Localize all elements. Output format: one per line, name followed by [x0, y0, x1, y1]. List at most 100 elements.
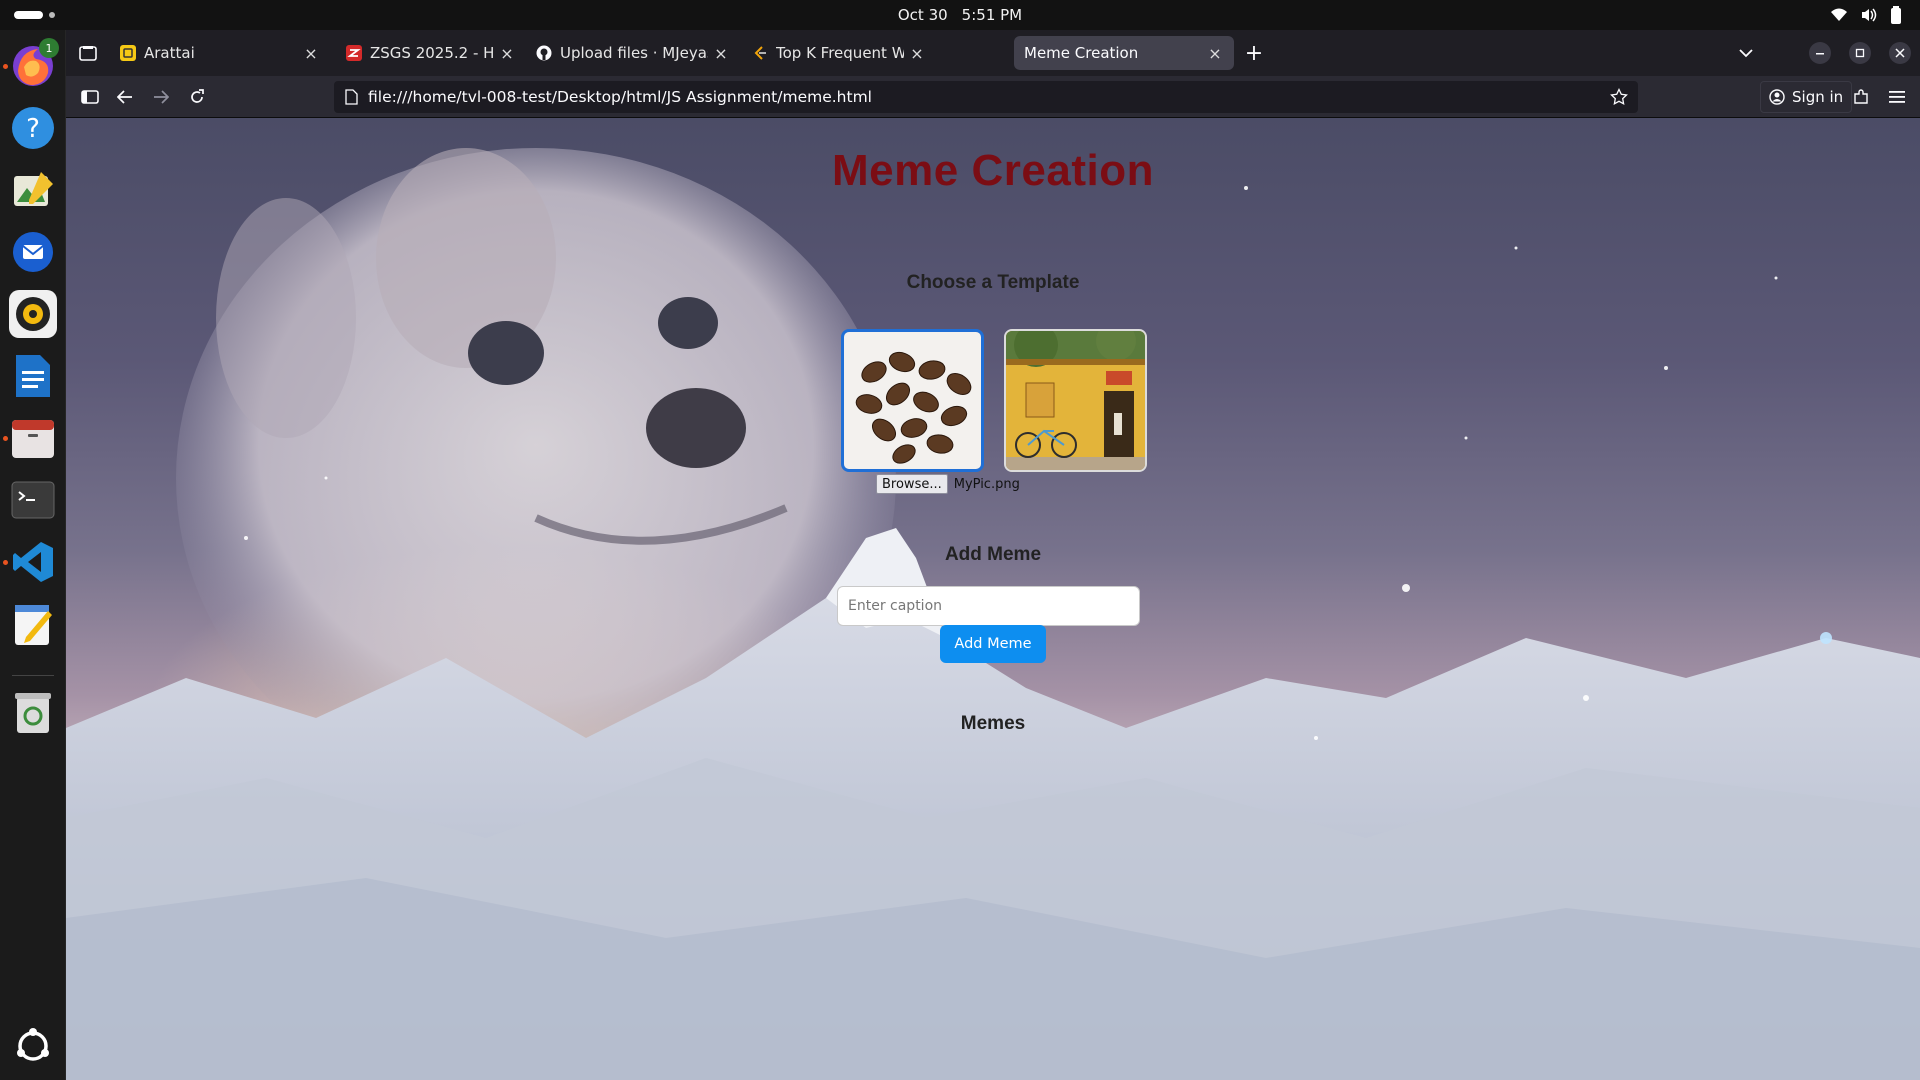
- meme-app: Meme Creation Choose a Template Browse..…: [66, 118, 1920, 1080]
- plus-icon: +: [1244, 40, 1264, 66]
- page-title: Meme Creation: [832, 146, 1154, 195]
- arrow-left-icon: [117, 90, 132, 104]
- dock-trash[interactable]: [9, 688, 57, 736]
- zsgs-favicon-icon: [346, 45, 362, 61]
- close-icon: [1895, 48, 1905, 58]
- sign-in-label: Sign in: [1792, 88, 1844, 106]
- arrow-right-icon: [154, 90, 169, 104]
- running-indicator: [3, 560, 8, 565]
- dock-help[interactable]: ?: [9, 104, 57, 152]
- reload-button[interactable]: [185, 85, 209, 109]
- coffee-beans-image: [844, 332, 981, 469]
- forward-button[interactable]: [149, 85, 173, 109]
- close-tab-icon[interactable]: ×: [302, 44, 320, 63]
- volume-icon: [1862, 8, 1877, 22]
- tab-title: Top K Frequent Words - L: [776, 44, 904, 62]
- arattai-favicon-icon: [120, 45, 136, 61]
- add-meme-button[interactable]: Add Meme: [940, 625, 1046, 663]
- system-tray[interactable]: [1830, 6, 1902, 24]
- add-meme-heading: Add Meme: [944, 544, 1042, 565]
- files-icon: [12, 420, 54, 458]
- close-window-button[interactable]: [1889, 42, 1911, 64]
- minimize-icon: [1816, 53, 1824, 55]
- memes-heading: Memes: [960, 713, 1026, 734]
- restore-button[interactable]: [1849, 42, 1871, 64]
- dock-terminal[interactable]: [9, 476, 57, 524]
- image-viewer-icon: [14, 172, 53, 206]
- dock-rhythmbox[interactable]: [9, 290, 57, 338]
- selected-file-name: MyPic.png: [953, 476, 1020, 492]
- tab-meme-creation[interactable]: Meme Creation ×: [1014, 36, 1234, 70]
- caption-input[interactable]: [837, 586, 1140, 626]
- back-button[interactable]: [113, 85, 137, 109]
- tab-upload-files[interactable]: Upload files · MJeyashree ×: [526, 36, 740, 70]
- minimize-button[interactable]: [1809, 42, 1831, 64]
- reload-icon: [191, 89, 204, 103]
- dock-text-editor[interactable]: [9, 600, 57, 648]
- running-indicator: [3, 436, 8, 441]
- clock-time: 5:51 PM: [961, 6, 1023, 24]
- account-icon: [1769, 89, 1785, 105]
- list-all-tabs-button[interactable]: [1734, 41, 1758, 65]
- sidebar-icon: [81, 90, 99, 104]
- clock[interactable]: Oct 30 5:51 PM: [898, 6, 1022, 24]
- close-tab-icon[interactable]: ×: [498, 44, 516, 63]
- template-coffee-beans[interactable]: [841, 329, 984, 472]
- thunderbird-icon: [13, 232, 53, 272]
- dock-firefox[interactable]: 1: [9, 38, 59, 90]
- chevron-down-icon: [1739, 49, 1753, 58]
- writer-icon: [16, 355, 50, 397]
- browse-button[interactable]: Browse...: [876, 474, 948, 494]
- tab-leetcode[interactable]: Top K Frequent Words - L ×: [742, 36, 936, 70]
- notification-badge: 1: [39, 38, 59, 58]
- tab-title: Arattai: [144, 44, 195, 62]
- tab-title: Upload files · MJeyashree: [560, 44, 708, 62]
- svg-text:?: ?: [26, 114, 40, 144]
- workspace-indicator: [49, 12, 55, 18]
- sign-in-button[interactable]: Sign in: [1760, 81, 1853, 113]
- trash-icon: [15, 693, 51, 733]
- firefox-view-icon: [79, 46, 97, 61]
- new-tab-button[interactable]: +: [1242, 40, 1266, 66]
- template-yellow-house[interactable]: [1004, 329, 1147, 472]
- file-upload: Browse... MyPic.png: [876, 474, 1020, 494]
- close-tab-icon[interactable]: ×: [712, 44, 730, 63]
- tab-title: Meme Creation: [1024, 44, 1139, 62]
- restore-icon: [1855, 48, 1865, 58]
- close-tab-icon[interactable]: ×: [1206, 44, 1224, 63]
- running-indicator: [3, 64, 8, 69]
- clock-date: Oct 30: [897, 6, 948, 24]
- sidebar-toggle-button[interactable]: [78, 85, 102, 109]
- dock-writer[interactable]: [9, 352, 57, 400]
- dock-thunderbird[interactable]: [9, 228, 57, 276]
- tab-title: ZSGS 2025.2 - HTML, CSS: [370, 44, 494, 62]
- workspace-indicator-active: [14, 11, 43, 19]
- rhythmbox-icon: [16, 297, 50, 331]
- app-menu-button[interactable]: [1885, 85, 1909, 109]
- dock: 1 ?: [0, 30, 66, 1080]
- dock-files[interactable]: [9, 414, 57, 462]
- puzzle-icon: [1854, 89, 1868, 104]
- dock-image-viewer[interactable]: [9, 166, 57, 214]
- hamburger-menu-icon: [1889, 91, 1905, 103]
- show-apps-icon: [17, 1028, 49, 1061]
- tab-arattai[interactable]: Arattai ×: [110, 36, 330, 70]
- text-editor-icon: [15, 605, 52, 645]
- bookmark-star-icon[interactable]: [1610, 88, 1628, 106]
- tab-zsgs[interactable]: ZSGS 2025.2 - HTML, CSS ×: [336, 36, 526, 70]
- system-top-bar: Oct 30 5:51 PM: [0, 0, 1920, 30]
- activities-button[interactable]: [14, 11, 55, 19]
- tab-overview-button[interactable]: [76, 41, 100, 65]
- page-icon: [345, 89, 358, 105]
- close-tab-icon[interactable]: ×: [908, 44, 926, 63]
- vscode-icon: [13, 542, 53, 582]
- wifi-icon: [1831, 8, 1847, 21]
- dock-show-apps[interactable]: [9, 1022, 57, 1070]
- github-icon: [536, 45, 552, 61]
- url-text: file:///home/tvl-008-test/Desktop/html/J…: [368, 88, 872, 106]
- tab-strip: Arattai × ZSGS 2025.2 - HTML, CSS × Uplo…: [66, 30, 1920, 76]
- navigation-toolbar: file:///home/tvl-008-test/Desktop/html/J…: [66, 76, 1920, 118]
- extensions-button[interactable]: [1849, 85, 1873, 109]
- address-bar[interactable]: file:///home/tvl-008-test/Desktop/html/J…: [334, 81, 1638, 113]
- dock-vscode[interactable]: [9, 538, 57, 586]
